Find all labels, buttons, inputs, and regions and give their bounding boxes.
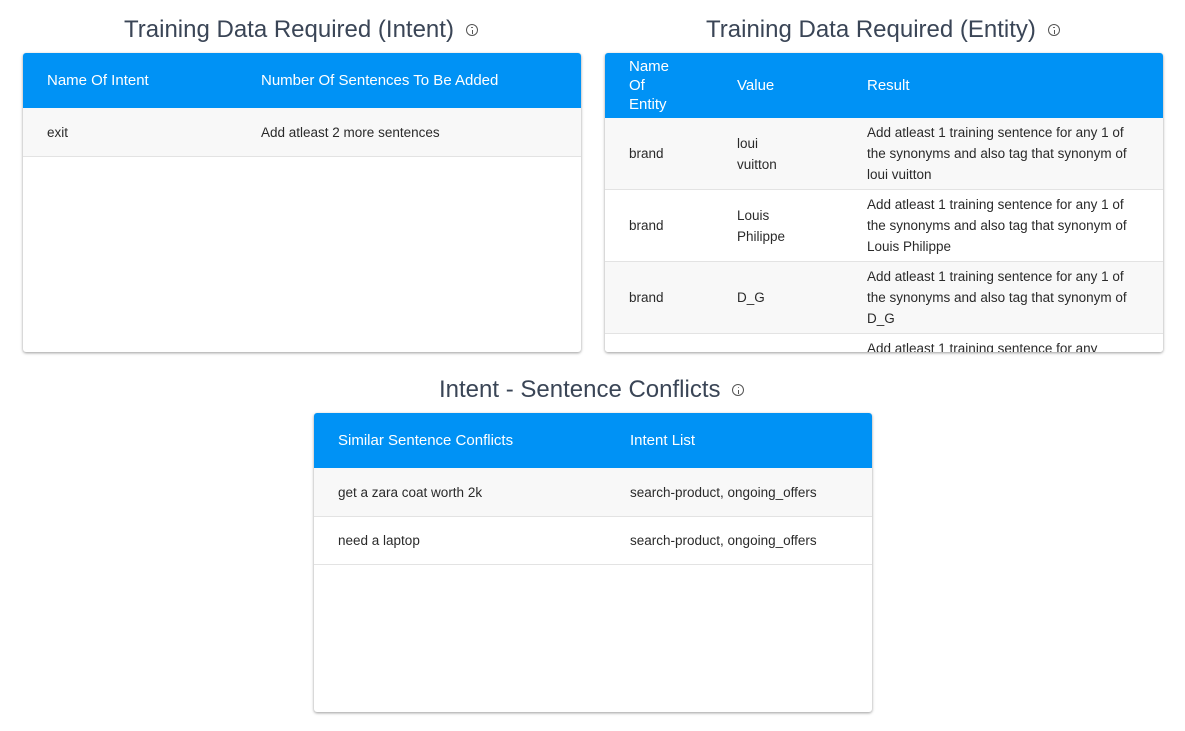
conflict-title-text: Intent - Sentence Conflicts [439,376,721,403]
entity-name-cell: brand [629,146,664,161]
entity-name-cell: brand [629,218,664,233]
table-row[interactable]: brand loui vuitton Add atleast 1 trainin… [605,118,1163,190]
conflict-sentence-cell: need a laptop [338,533,420,548]
conflict-table-header: Similar Sentence Conflicts Intent List [314,413,872,468]
sentence-count-cell: Add atleast 2 more sentences [261,124,440,140]
intent-panel-title: Training Data Required (Intent) [124,16,478,44]
entity-table: Name Of Entity Value Result brand loui v… [605,53,1163,352]
intent-table: Name Of Intent Number Of Sentences To Be… [23,53,581,352]
conflict-table: Similar Sentence Conflicts Intent List g… [314,413,872,712]
info-icon[interactable] [1047,24,1060,36]
entity-result-cell: Add atleast 1 training sentence for any [867,341,1098,352]
entity-result-cell: Add atleast 1 training sentence for any … [867,197,1127,254]
entity-panel-title: Training Data Required (Entity) [706,16,1060,44]
entity-value-cell: D_G [737,290,765,305]
conflict-intents-cell: search-product, ongoing_offers [630,533,817,548]
header-value[interactable]: Value [737,76,867,95]
info-icon[interactable] [465,24,478,36]
intent-title-text: Training Data Required (Intent) [124,16,454,43]
entity-result-cell: Add atleast 1 training sentence for any … [867,125,1127,182]
conflict-panel-title: Intent - Sentence Conflicts [439,376,745,404]
conflict-sentence-cell: get a zara coat worth 2k [338,484,483,500]
entity-value-cell: loui vuitton [737,135,777,172]
table-row[interactable]: Add atleast 1 training sentence for any [605,334,1163,352]
entity-name-cell: brand [629,290,664,305]
intent-table-header: Name Of Intent Number Of Sentences To Be… [23,53,581,108]
conflict-intents-cell: search-product, ongoing_offers [630,484,817,500]
entity-value-cell: Louis Philippe [737,207,786,244]
header-name-of-intent[interactable]: Name Of Intent [23,70,261,91]
entity-table-header: Name Of Entity Value Result [605,53,1163,118]
entity-title-text: Training Data Required (Entity) [706,16,1036,43]
header-number-of-sentences[interactable]: Number Of Sentences To Be Added [261,70,581,91]
header-result[interactable]: Result [867,76,1163,95]
table-row[interactable]: brand D_G Add atleast 1 training sentenc… [605,262,1163,334]
table-row[interactable]: need a laptop search-product, ongoing_of… [314,517,872,565]
table-row[interactable]: brand Louis Philippe Add atleast 1 train… [605,190,1163,262]
entity-result-cell: Add atleast 1 training sentence for any … [867,269,1127,326]
table-row[interactable]: exit Add atleast 2 more sentences [23,108,581,157]
header-name-of-entity[interactable]: Name Of Entity [605,57,737,114]
table-row[interactable]: get a zara coat worth 2k search-product,… [314,468,872,517]
header-similar-sentence-conflicts[interactable]: Similar Sentence Conflicts [314,430,630,451]
intent-name-cell: exit [47,124,69,140]
info-icon[interactable] [732,384,745,396]
header-intent-list[interactable]: Intent List [630,430,872,451]
